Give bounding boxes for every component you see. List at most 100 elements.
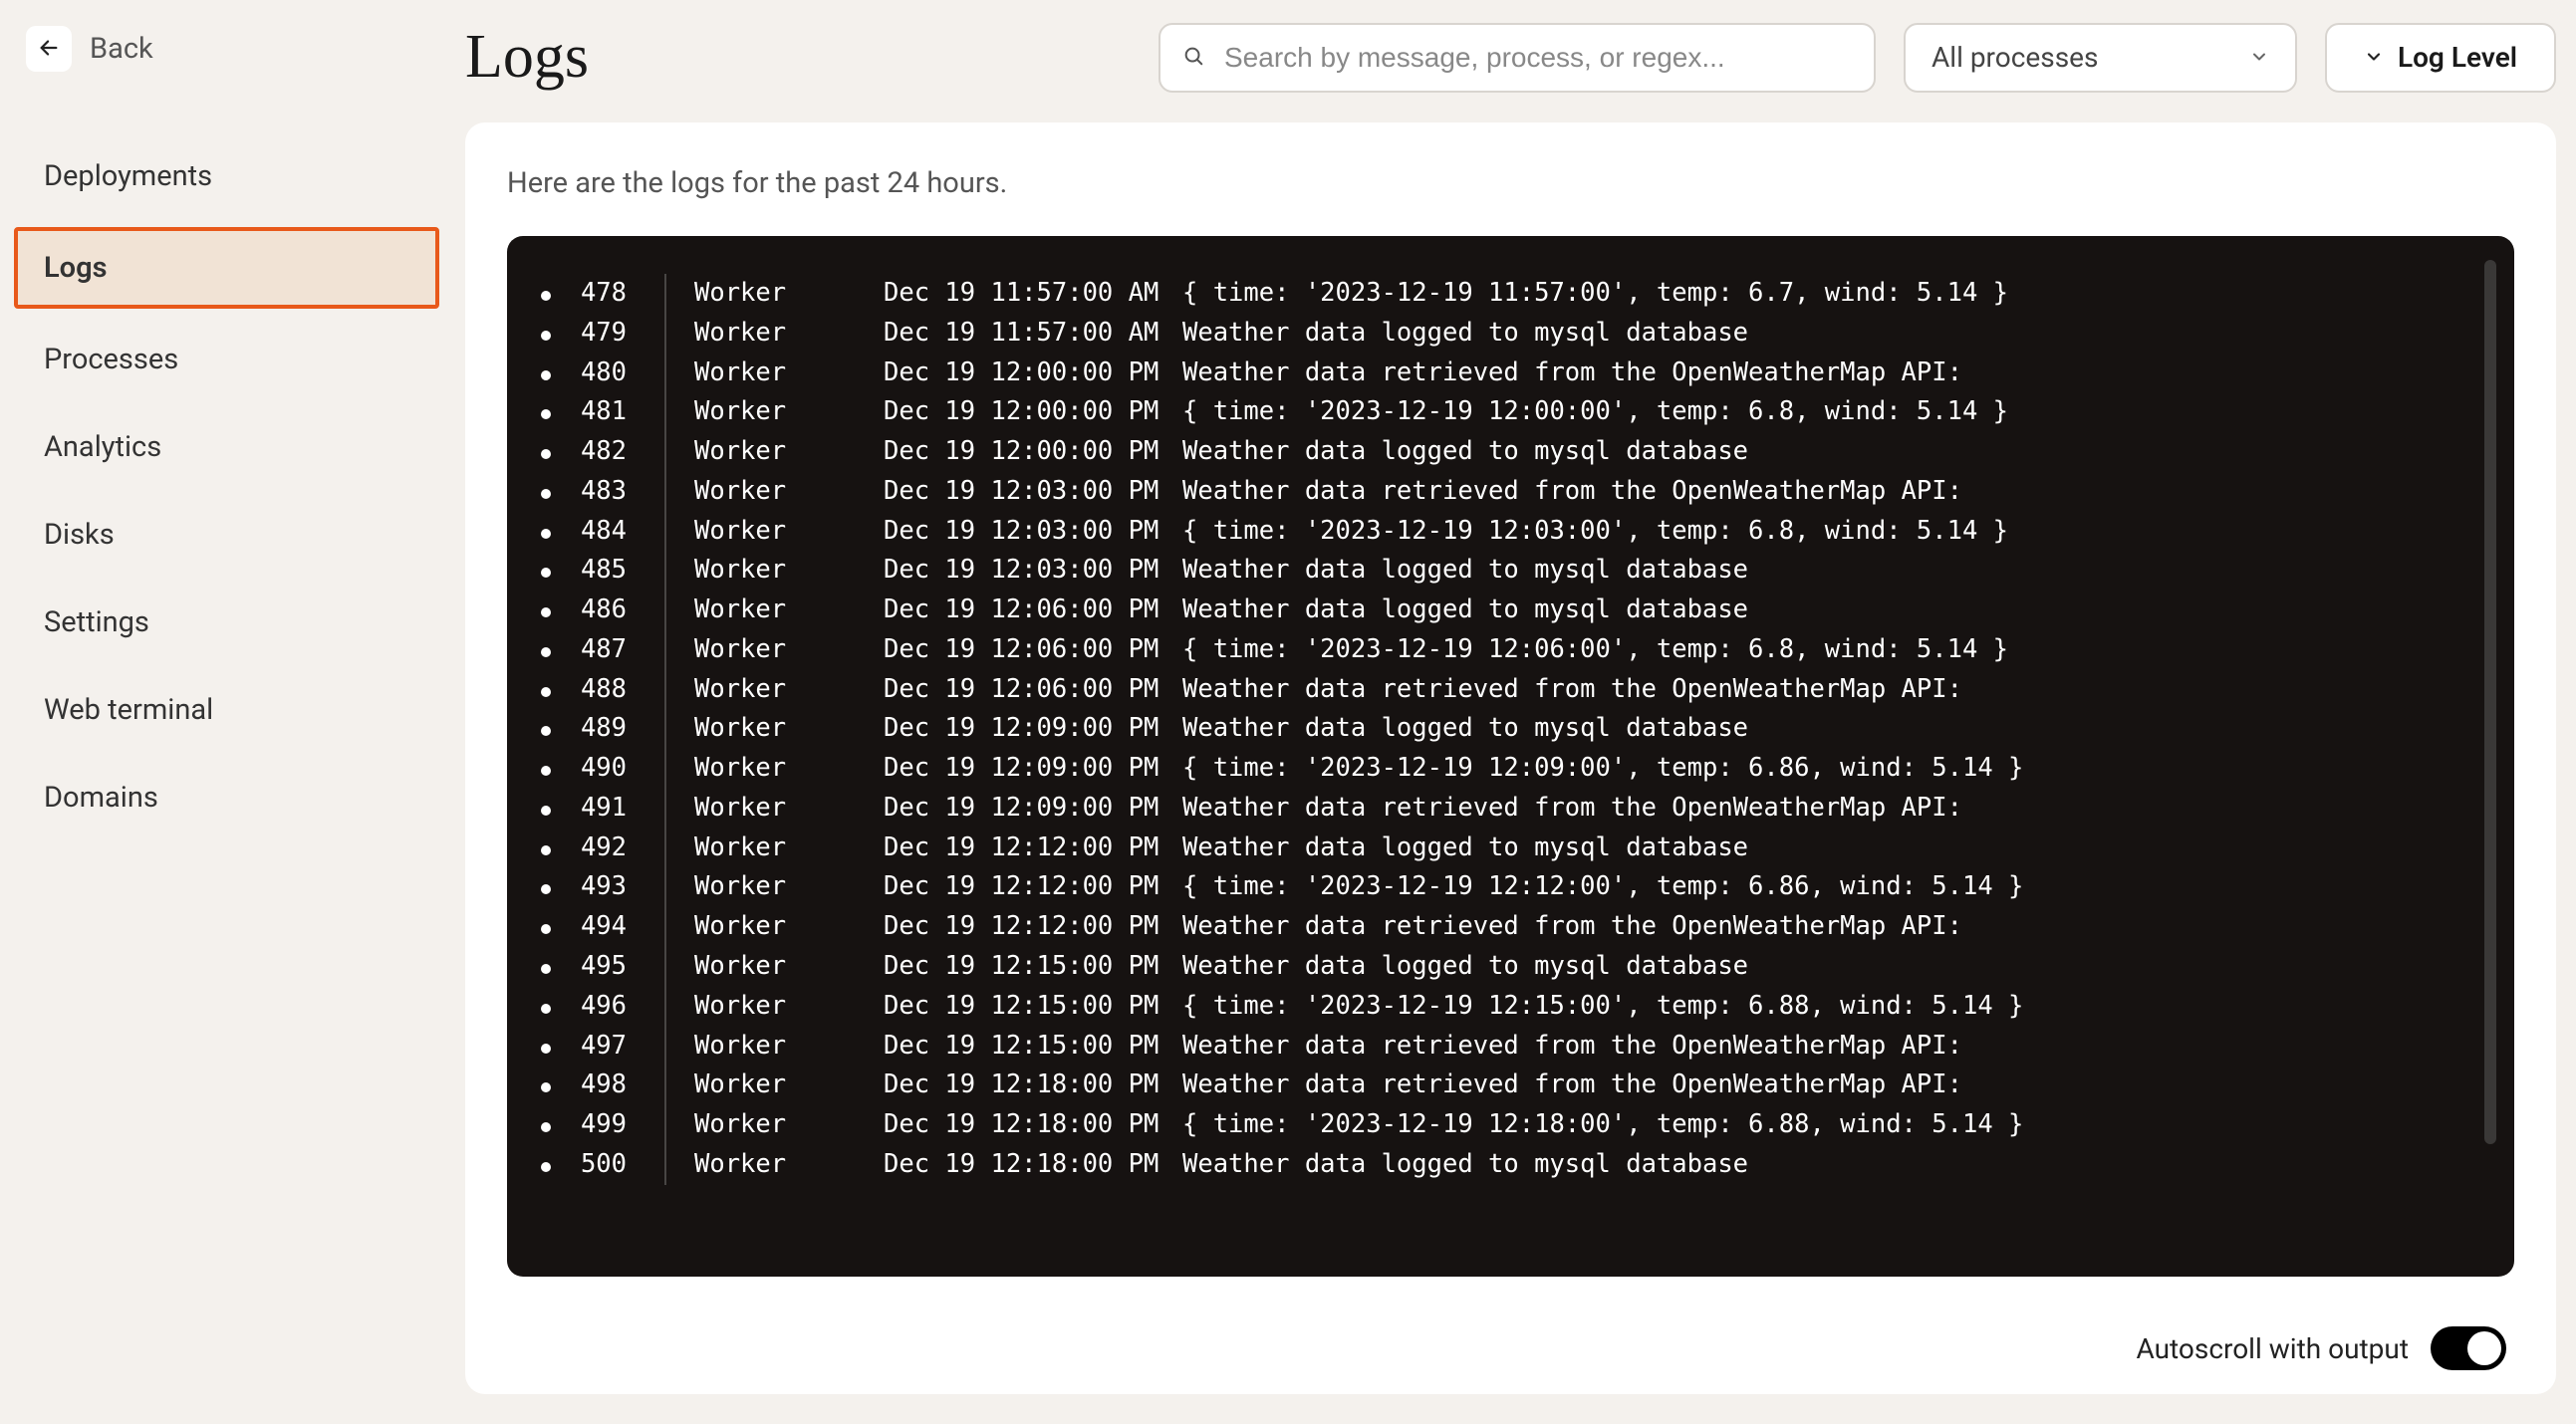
- log-terminal: 478WorkerDec 19 11:57:00 AM{ time: '2023…: [507, 236, 2514, 1277]
- bullet-icon: [541, 1122, 551, 1132]
- log-process: Worker: [694, 551, 884, 591]
- log-row: 498WorkerDec 19 12:18:00 PMWeather data …: [541, 1066, 2490, 1105]
- bullet-icon: [541, 1162, 551, 1172]
- scrollbar[interactable]: [2484, 260, 2496, 1144]
- bullet-icon: [541, 449, 551, 459]
- log-line-number: 490: [567, 749, 627, 789]
- log-line-number: 496: [567, 987, 627, 1027]
- log-timestamp: Dec 19 12:03:00 PM: [884, 551, 1182, 591]
- log-line-number: 482: [567, 432, 627, 472]
- topbar: Logs All processes Log Level: [465, 12, 2556, 93]
- log-line-number: 478: [567, 274, 627, 314]
- log-process: Worker: [694, 630, 884, 670]
- log-process: Worker: [694, 512, 884, 552]
- log-divider: [664, 749, 666, 789]
- log-row: 483WorkerDec 19 12:03:00 PMWeather data …: [541, 472, 2490, 512]
- bullet-icon: [541, 845, 551, 855]
- log-line-number: 493: [567, 867, 627, 907]
- bullet-icon: [541, 964, 551, 974]
- back-button[interactable]: [26, 26, 72, 72]
- log-message: Weather data logged to mysql database: [1182, 314, 1748, 354]
- log-message: { time: '2023-12-19 12:06:00', temp: 6.8…: [1182, 630, 2008, 670]
- log-line-number: 480: [567, 354, 627, 393]
- bullet-icon: [541, 806, 551, 816]
- bullet-icon: [541, 726, 551, 736]
- log-line-number: 497: [567, 1027, 627, 1067]
- bullet-icon: [541, 568, 551, 578]
- log-divider: [664, 512, 666, 552]
- log-row: 491WorkerDec 19 12:09:00 PMWeather data …: [541, 789, 2490, 829]
- log-process: Worker: [694, 472, 884, 512]
- search-input[interactable]: [1159, 23, 1876, 93]
- page-title: Logs: [465, 22, 589, 93]
- log-process: Worker: [694, 829, 884, 868]
- log-message: { time: '2023-12-19 12:00:00', temp: 6.8…: [1182, 392, 2008, 432]
- sidebar: Back DeploymentsLogsProcessesAnalyticsDi…: [0, 0, 453, 1424]
- log-row: 480WorkerDec 19 12:00:00 PMWeather data …: [541, 354, 2490, 393]
- log-process: Worker: [694, 670, 884, 710]
- log-process: Worker: [694, 392, 884, 432]
- log-timestamp: Dec 19 12:15:00 PM: [884, 947, 1182, 987]
- log-level-select[interactable]: Log Level: [2325, 23, 2556, 93]
- bullet-icon: [541, 331, 551, 341]
- log-line-number: 485: [567, 551, 627, 591]
- log-timestamp: Dec 19 12:18:00 PM: [884, 1066, 1182, 1105]
- chevron-down-icon: [2249, 41, 2269, 74]
- sidebar-item-logs[interactable]: Logs: [14, 227, 439, 309]
- sidebar-item-domains[interactable]: Domains: [14, 761, 439, 834]
- sidebar-item-processes[interactable]: Processes: [14, 323, 439, 396]
- log-divider: [664, 432, 666, 472]
- bullet-icon: [541, 1004, 551, 1014]
- log-line-number: 498: [567, 1066, 627, 1105]
- log-message: Weather data retrieved from the OpenWeat…: [1182, 354, 1962, 393]
- log-timestamp: Dec 19 12:09:00 PM: [884, 789, 1182, 829]
- toggle-knob: [2467, 1331, 2501, 1365]
- log-process: Worker: [694, 987, 884, 1027]
- main: Logs All processes Log Level: [453, 0, 2576, 1424]
- log-row: 489WorkerDec 19 12:09:00 PMWeather data …: [541, 709, 2490, 749]
- log-timestamp: Dec 19 12:09:00 PM: [884, 709, 1182, 749]
- log-process: Worker: [694, 947, 884, 987]
- log-line-number: 491: [567, 789, 627, 829]
- log-row: 492WorkerDec 19 12:12:00 PMWeather data …: [541, 829, 2490, 868]
- log-timestamp: Dec 19 12:06:00 PM: [884, 670, 1182, 710]
- logs-panel: Here are the logs for the past 24 hours.…: [465, 122, 2556, 1394]
- log-row: 481WorkerDec 19 12:00:00 PM{ time: '2023…: [541, 392, 2490, 432]
- sidebar-item-disks[interactable]: Disks: [14, 498, 439, 572]
- log-process: Worker: [694, 591, 884, 630]
- bullet-icon: [541, 409, 551, 419]
- log-row: 486WorkerDec 19 12:06:00 PMWeather data …: [541, 591, 2490, 630]
- log-message: { time: '2023-12-19 12:18:00', temp: 6.8…: [1182, 1105, 2023, 1145]
- bullet-icon: [541, 647, 551, 657]
- bullet-icon: [541, 687, 551, 697]
- sidebar-item-web-terminal[interactable]: Web terminal: [14, 673, 439, 747]
- log-timestamp: Dec 19 12:12:00 PM: [884, 867, 1182, 907]
- bullet-icon: [541, 766, 551, 776]
- log-message: { time: '2023-12-19 12:12:00', temp: 6.8…: [1182, 867, 2023, 907]
- log-timestamp: Dec 19 12:03:00 PM: [884, 512, 1182, 552]
- sidebar-item-deployments[interactable]: Deployments: [14, 139, 439, 213]
- log-divider: [664, 670, 666, 710]
- autoscroll-toggle[interactable]: [2431, 1326, 2506, 1370]
- bullet-icon: [541, 489, 551, 499]
- log-message: Weather data logged to mysql database: [1182, 709, 1748, 749]
- sidebar-item-settings[interactable]: Settings: [14, 586, 439, 659]
- autoscroll-label: Autoscroll with output: [2136, 1332, 2409, 1365]
- log-message: Weather data retrieved from the OpenWeat…: [1182, 472, 1962, 512]
- sidebar-item-analytics[interactable]: Analytics: [14, 410, 439, 484]
- log-divider: [664, 947, 666, 987]
- log-divider: [664, 354, 666, 393]
- log-process: Worker: [694, 789, 884, 829]
- log-line-number: 500: [567, 1145, 627, 1185]
- log-timestamp: Dec 19 12:12:00 PM: [884, 907, 1182, 947]
- bullet-icon: [541, 607, 551, 617]
- log-row: 500WorkerDec 19 12:18:00 PMWeather data …: [541, 1145, 2490, 1185]
- log-divider: [664, 1027, 666, 1067]
- process-filter-select[interactable]: All processes: [1904, 23, 2297, 93]
- log-timestamp: Dec 19 12:18:00 PM: [884, 1145, 1182, 1185]
- log-message: Weather data logged to mysql database: [1182, 551, 1748, 591]
- bullet-icon: [541, 1082, 551, 1092]
- log-message: Weather data logged to mysql database: [1182, 591, 1748, 630]
- log-divider: [664, 709, 666, 749]
- log-timestamp: Dec 19 12:15:00 PM: [884, 987, 1182, 1027]
